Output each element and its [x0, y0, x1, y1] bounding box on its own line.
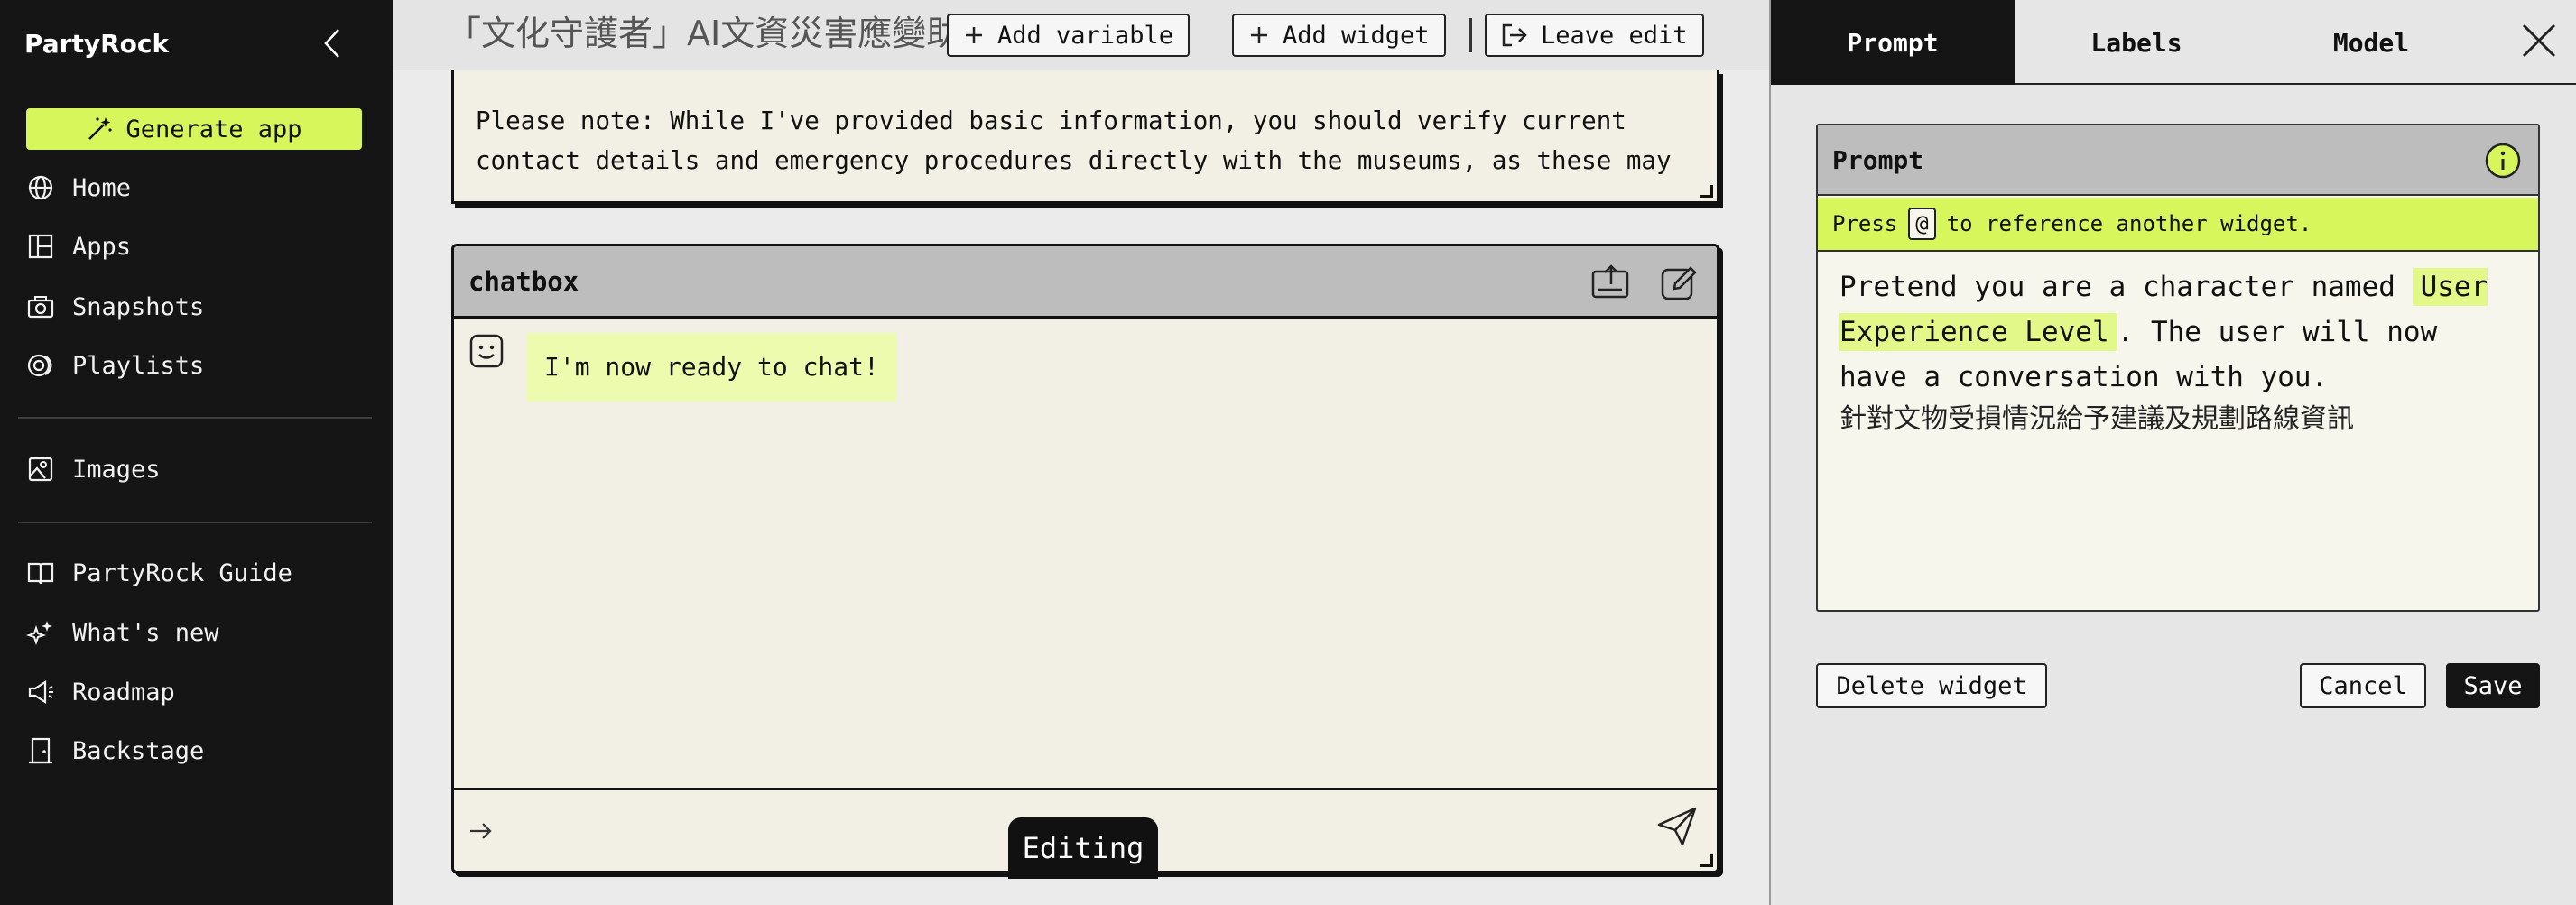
- reference-hint: Press @ to reference another widget.: [1818, 198, 2538, 252]
- cancel-button[interactable]: Cancel: [2300, 663, 2426, 708]
- sidebar-divider: [18, 522, 372, 523]
- generate-app-label: Generate app: [125, 115, 302, 143]
- prompt-header-label: Prompt: [1832, 145, 1924, 175]
- add-variable-button[interactable]: Add variable: [947, 14, 1191, 57]
- sidebar-item-label: Home: [72, 173, 132, 202]
- text-output-widget: Please note: While I've provided basic i…: [451, 70, 1719, 204]
- playlists-icon: [27, 354, 52, 377]
- sidebar-item-snapshots[interactable]: Snapshots: [25, 287, 368, 327]
- prompt-text-part: 針對文物受損情況給予建議及規劃路線資訊: [1839, 403, 2354, 435]
- prompt-editor[interactable]: Prompt Press @ to reference another widg…: [1816, 124, 2540, 612]
- prompt-textarea[interactable]: Pretend you are a character named User E…: [1839, 264, 2516, 439]
- sidebar-item-label: What's new: [72, 618, 219, 647]
- sidebar-item-playlists[interactable]: Playlists: [25, 346, 368, 385]
- info-icon[interactable]: [2484, 142, 2522, 180]
- resize-handle[interactable]: [1700, 854, 1713, 867]
- arrow-right-icon: [470, 823, 492, 839]
- sidebar: PartyRock Generate app Home Apps Snapsho…: [0, 0, 393, 905]
- images-icon: [28, 457, 53, 482]
- brand-logo[interactable]: PartyRock: [24, 29, 169, 59]
- edit-toolbar: 「文化守護者」AI文資災害應變助手 Add variable Add widge…: [393, 0, 1769, 70]
- sidebar-item-label: Backstage: [72, 736, 205, 765]
- book-icon: [27, 562, 54, 585]
- widget-settings-panel: Prompt Labels Model Prompt Press @ to re…: [1769, 0, 2576, 905]
- apps-icon: [28, 234, 53, 259]
- bot-avatar-icon: [469, 334, 504, 368]
- door-icon: [29, 737, 52, 764]
- bot-message: I'm now ready to chat!: [526, 333, 897, 402]
- sidebar-item-roadmap[interactable]: Roadmap: [25, 672, 368, 712]
- leave-edit-button[interactable]: Leave edit: [1485, 14, 1704, 57]
- hint-text: to reference another widget.: [1946, 211, 2312, 236]
- note-line-2: contact details and emergency procedures…: [476, 146, 1672, 175]
- note-line-1: Please note: While I've provided basic i…: [476, 106, 1626, 135]
- tab-labels[interactable]: Labels: [2015, 0, 2258, 85]
- chatbox-header: chatbox: [454, 246, 1717, 319]
- sidebar-item-label: Playlists: [72, 351, 205, 380]
- resize-handle[interactable]: [1700, 185, 1713, 198]
- plus-icon: [966, 27, 982, 43]
- plus-icon: [1251, 27, 1267, 43]
- edit-widget-icon[interactable]: [1659, 263, 1700, 304]
- sidebar-item-partyrock-guide[interactable]: PartyRock Guide: [25, 553, 368, 593]
- sidebar-item-home[interactable]: Home: [25, 168, 368, 208]
- tab-prompt[interactable]: Prompt: [1771, 0, 2015, 85]
- globe-icon: [28, 175, 53, 200]
- send-icon[interactable]: [1655, 805, 1699, 848]
- sidebar-item-label: PartyRock Guide: [72, 559, 292, 587]
- sidebar-item-label: Images: [72, 455, 161, 484]
- tab-model[interactable]: Model: [2258, 0, 2484, 85]
- export-chat-icon[interactable]: [1589, 263, 1631, 304]
- sidebar-item-label: Apps: [72, 232, 132, 261]
- add-widget-button[interactable]: Add widget: [1232, 14, 1446, 57]
- delete-widget-button[interactable]: Delete widget: [1816, 663, 2047, 708]
- sparkles-icon: [25, 621, 52, 646]
- toolbar-separator: [1469, 18, 1472, 52]
- sidebar-item-apps[interactable]: Apps: [25, 226, 368, 266]
- camera-icon: [27, 296, 54, 319]
- panel-tabs: Prompt Labels Model: [1771, 0, 2576, 85]
- chatbox-title: chatbox: [468, 266, 579, 297]
- magic-wand-icon: [88, 117, 113, 140]
- save-button[interactable]: Save: [2446, 663, 2540, 708]
- at-key-badge: @: [1908, 208, 1936, 240]
- sidebar-item-images[interactable]: Images: [25, 449, 368, 489]
- add-variable-label: Add variable: [997, 21, 1174, 50]
- chatbox-widget: chatbox I'm now ready to chat!: [451, 244, 1719, 873]
- chevron-left-icon: [324, 29, 339, 58]
- sidebar-item-backstage[interactable]: Backstage: [25, 731, 368, 771]
- prompt-text-part: Pretend you are a character named: [1839, 271, 2395, 303]
- sidebar-item-label: Roadmap: [72, 678, 175, 706]
- sidebar-item-label: Snapshots: [72, 292, 205, 321]
- exit-icon: [1502, 23, 1527, 47]
- megaphone-icon: [28, 679, 53, 705]
- collapse-sidebar-button[interactable]: [316, 25, 348, 61]
- prompt-header: Prompt: [1818, 125, 2538, 196]
- editing-badge: Editing: [1008, 817, 1158, 879]
- add-widget-label: Add widget: [1283, 21, 1430, 50]
- sidebar-divider: [18, 417, 372, 419]
- close-icon[interactable]: [2518, 20, 2560, 61]
- leave-edit-label: Leave edit: [1541, 21, 1688, 50]
- generate-app-button[interactable]: Generate app: [26, 108, 362, 150]
- hint-text: Press: [1832, 211, 1898, 236]
- sidebar-item-whats-new[interactable]: What's new: [25, 613, 368, 652]
